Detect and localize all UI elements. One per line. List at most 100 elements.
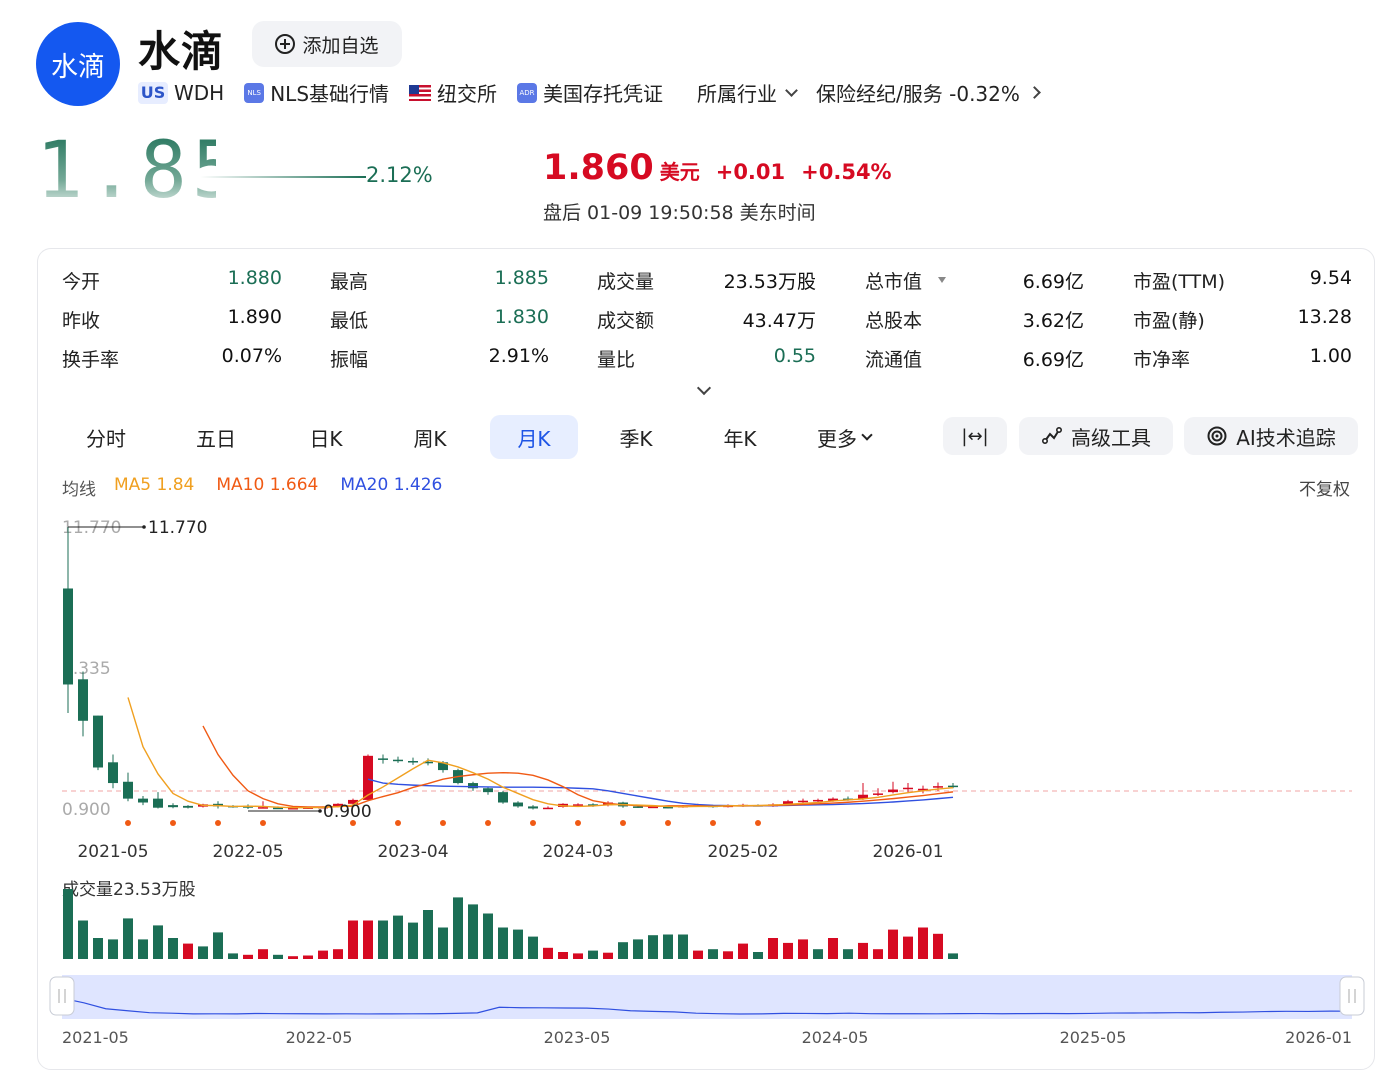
candle-body xyxy=(63,588,73,685)
volume-bar xyxy=(453,897,463,959)
ai-target-icon xyxy=(1207,426,1227,446)
ma20-value: MA20 1.426 xyxy=(340,475,443,495)
volume-bar xyxy=(198,946,208,959)
stat-value: 1.885 xyxy=(494,267,549,289)
fit-width-button[interactable]: |↔| xyxy=(943,417,1007,455)
industry-dropdown[interactable]: 所属行业 xyxy=(697,78,798,107)
volume-bar xyxy=(483,913,493,959)
candle-body xyxy=(153,798,163,808)
volume-bar xyxy=(63,889,73,959)
navigator-right-handle[interactable] xyxy=(1339,976,1365,1016)
tab-period-1[interactable]: 五日 xyxy=(172,415,260,459)
y-tick-label: 0.900 xyxy=(62,800,111,820)
volume-bar xyxy=(858,942,868,959)
signal-dot xyxy=(755,820,761,826)
tab-period-2[interactable]: 日K xyxy=(282,415,370,459)
plus-circle-icon xyxy=(275,34,296,54)
navigator-x-tick: 2024-05 xyxy=(802,1028,869,1047)
stat-value: 13.28 xyxy=(1297,306,1352,328)
price-trail-line xyxy=(200,176,366,178)
tools-icon xyxy=(1041,426,1063,445)
expand-chevron-icon[interactable] xyxy=(696,380,712,396)
volume-bar xyxy=(573,953,583,959)
nls-tag[interactable]: NLS NLS基础行情 xyxy=(244,78,389,107)
ticker-symbol: WDH xyxy=(174,80,225,105)
navigator-x-tick: 2026-01 xyxy=(1285,1028,1352,1047)
volume-bar xyxy=(78,920,88,959)
high-marker-label: 11.770 xyxy=(148,518,207,538)
kline-chart[interactable]: 11.7706.3350.90011.7700.9002021-05 2022-0… xyxy=(38,509,1376,889)
volume-bar xyxy=(243,954,253,959)
signal-dot xyxy=(575,820,581,826)
volume-bar xyxy=(438,927,448,959)
candle-body xyxy=(813,799,823,802)
tab-period-3[interactable]: 周K xyxy=(386,415,474,459)
stat-value: 2.91% xyxy=(488,345,549,367)
candle-body xyxy=(408,761,418,763)
candle-body xyxy=(183,805,193,808)
signal-dot xyxy=(620,820,626,826)
volume-bar xyxy=(468,904,478,959)
volume-bar xyxy=(318,950,328,959)
signal-dot xyxy=(350,820,356,826)
advanced-tools-label: 高级工具 xyxy=(1071,425,1151,450)
candle-body xyxy=(168,805,178,808)
volume-bar xyxy=(498,927,508,959)
post-market-quote: 1.860 美元 +0.01 +0.54% xyxy=(543,148,892,188)
volume-bar xyxy=(918,927,928,959)
volume-bar xyxy=(708,949,718,959)
signal-dot xyxy=(125,820,131,826)
volume-bar xyxy=(108,939,118,959)
add-watchlist-button[interactable]: 添加自选 xyxy=(252,21,402,67)
adjust-mode-dropdown[interactable]: 不复权 xyxy=(1299,475,1350,500)
navigator-left-handle[interactable] xyxy=(49,976,75,1016)
stat-value: 1.830 xyxy=(494,306,549,328)
stat-value: 6.69亿 xyxy=(1022,271,1084,293)
tab-period-5[interactable]: 季K xyxy=(592,415,680,459)
stat-value: 0.07% xyxy=(221,345,282,367)
tab-period-6[interactable]: 年K xyxy=(696,415,784,459)
candle-body xyxy=(633,806,643,808)
high-marker-dot xyxy=(142,525,146,529)
volume-bar xyxy=(258,949,268,959)
industry-link[interactable]: 保险经纪/服务 -0.32% xyxy=(816,78,1041,107)
signal-dot xyxy=(665,820,671,826)
range-navigator[interactable]: 2021-05 2022-05 2023-05 2024-05 2025-05 2026-… xyxy=(38,969,1376,1063)
volume-bar xyxy=(528,936,538,959)
ma10-line xyxy=(202,725,954,808)
volume-chart xyxy=(63,889,958,959)
candle-body xyxy=(528,806,538,809)
candle-body xyxy=(498,792,508,803)
candle-body xyxy=(903,787,913,790)
us-flag-icon xyxy=(409,84,432,101)
tab-label: 月K xyxy=(517,426,551,451)
volume-bar xyxy=(678,934,688,959)
volume-bar xyxy=(888,929,898,959)
tab-period-4[interactable]: 月K xyxy=(490,415,578,459)
animated-price-text: 1.850 xyxy=(36,132,216,216)
navigator-x-tick: 2025-05 xyxy=(1060,1028,1127,1047)
candle-body xyxy=(108,762,118,784)
stat-value: 43.47万 xyxy=(742,310,816,332)
candle-body xyxy=(798,800,808,803)
volume-bar xyxy=(213,932,223,959)
tab-label: 季K xyxy=(619,426,653,451)
volume-bar xyxy=(228,953,238,959)
volume-bar xyxy=(408,922,418,959)
ai-tracking-button[interactable]: AI技术追踪 xyxy=(1184,417,1358,455)
volume-bar xyxy=(123,918,133,959)
candle-body xyxy=(78,679,88,721)
x-tick-label: 2024-03 xyxy=(542,842,613,862)
volume-bar xyxy=(378,920,388,959)
post-market-time: 盘后 01-09 19:50:58 美东时间 xyxy=(543,202,816,224)
chevron-down-icon xyxy=(785,83,798,97)
stat-value: 6.69亿 xyxy=(1022,349,1084,371)
signal-dot xyxy=(260,820,266,826)
advanced-tools-button[interactable]: 高级工具 xyxy=(1019,417,1173,455)
x-tick-label: 2022-05 xyxy=(212,842,283,862)
tab-period-0[interactable]: 分时 xyxy=(62,415,150,459)
us-market-badge: US xyxy=(138,81,168,104)
tab-more[interactable]: 更多 xyxy=(800,415,888,459)
candle-body xyxy=(948,785,958,788)
volume-bar xyxy=(618,942,628,959)
